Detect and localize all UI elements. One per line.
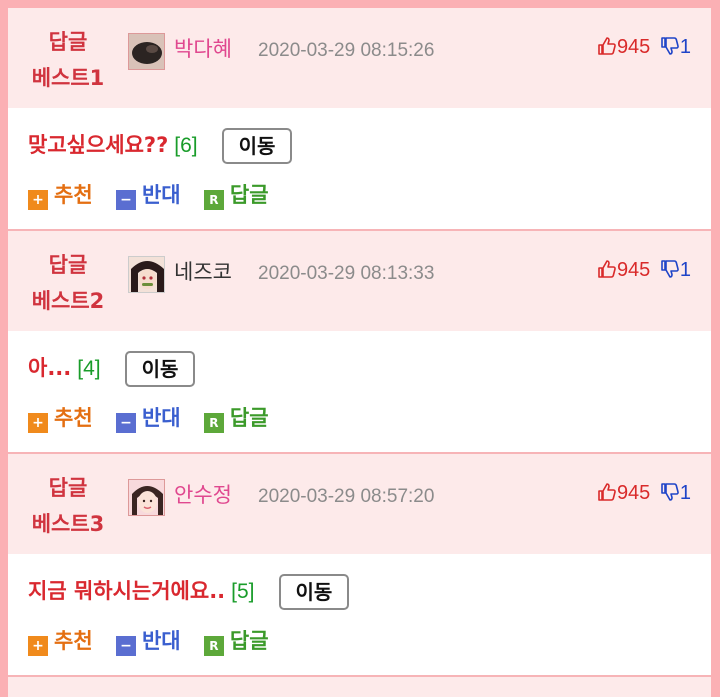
recommend-label: 추천 [54, 183, 93, 207]
reply-header: 답글 베스트1 박다혜 2020-03-29 08:15:26 945 1 [8, 8, 711, 108]
reply-button[interactable]: R 답글 [203, 626, 269, 656]
minus-icon: − [115, 636, 136, 656]
recommend-button[interactable]: + 추천 [28, 180, 93, 210]
dark-animal-avatar-icon[interactable] [128, 33, 165, 70]
vote-counts: 945 1 [597, 255, 691, 285]
best-label-line2: 베스트2 [31, 289, 105, 313]
down-count: 1 [679, 36, 691, 58]
minus-icon: − [115, 190, 136, 210]
down-count: 1 [679, 259, 691, 281]
minus-icon: − [115, 413, 136, 433]
reply-button[interactable]: R 답글 [203, 403, 269, 433]
reply-title[interactable]: 아... [28, 356, 71, 380]
thumbs-up-icon [598, 260, 616, 278]
move-button[interactable]: 이동 [278, 574, 350, 610]
oppose-button[interactable]: − 반대 [115, 626, 181, 656]
best-replies-list: 답글 베스트1 박다혜 2020-03-29 08:15:26 945 1 맞고… [8, 8, 711, 697]
oppose-button[interactable]: − 반대 [115, 180, 181, 210]
best-label-line2: 베스트1 [31, 66, 105, 90]
datetime: 2020-03-29 08:15:26 [258, 40, 435, 61]
reply-item: 답글 베스트3 안수정 2020-03-29 08:57:20 945 1 지금… [8, 454, 711, 677]
vote-counts: 945 1 [597, 478, 691, 508]
reply-body: 맞고싶으세요?? [6] 이동 + 추천 − 반대 R 답글 [8, 108, 711, 228]
datetime: 2020-03-29 08:57:20 [258, 486, 435, 507]
reply-actions: + 추천 − 반대 R 답글 [28, 403, 285, 433]
vote-counts: 945 1 [597, 32, 691, 62]
up-count: 945 [616, 482, 651, 504]
best-label-line1: 답글 [48, 476, 88, 500]
reply-item: 답글 베스트1 박다혜 2020-03-29 08:15:26 945 1 맞고… [8, 8, 711, 231]
reply-title-row: 아... [4] 이동 [28, 351, 196, 387]
comment-count: [4] [77, 357, 101, 380]
reply-r-icon: R [203, 190, 224, 210]
nickname[interactable]: 안수정 [174, 480, 232, 510]
recommend-label: 추천 [54, 406, 93, 430]
thumbs-down-icon [661, 483, 679, 501]
reply-item: 답글 베스트2 네즈코 2020-03-29 08:13:33 945 1 아.… [8, 231, 711, 454]
recommend-label: 추천 [54, 629, 93, 653]
move-button[interactable]: 이동 [124, 351, 196, 387]
reply-title[interactable]: 지금 뭐하시는거에요.. [28, 579, 225, 603]
oppose-label: 반대 [141, 406, 181, 430]
anime-girl-avatar-icon[interactable] [128, 256, 165, 293]
reply-body: 지금 뭐하시는거에요.. [5] 이동 + 추천 − 반대 R 답글 [8, 554, 711, 674]
move-button[interactable]: 이동 [221, 128, 293, 164]
datetime: 2020-03-29 08:13:33 [258, 263, 435, 284]
nickname[interactable]: 박다혜 [174, 34, 232, 64]
best-label-line1: 답글 [48, 30, 88, 54]
girl-photo-avatar-icon[interactable] [128, 479, 165, 516]
reply-header: 답글 베스트3 안수정 2020-03-29 08:57:20 945 1 [8, 454, 711, 554]
thumbs-up-icon [598, 483, 616, 501]
reply-label: 답글 [229, 406, 269, 430]
oppose-label: 반대 [141, 183, 181, 207]
thumbs-up-icon [598, 37, 616, 55]
recommend-button[interactable]: + 추천 [28, 626, 93, 656]
comment-count: [6] [174, 134, 198, 157]
thumbs-down-icon [661, 260, 679, 278]
reply-r-icon: R [203, 413, 224, 433]
reply-r-icon: R [203, 636, 224, 656]
reply-title-row: 맞고싶으세요?? [6] 이동 [28, 128, 293, 164]
best-label-line1: 답글 [48, 253, 88, 277]
up-count: 945 [616, 36, 651, 58]
up-count: 945 [616, 259, 651, 281]
thumbs-down-icon [661, 37, 679, 55]
reply-label: 답글 [229, 629, 269, 653]
reply-button[interactable]: R 답글 [203, 180, 269, 210]
reply-actions: + 추천 − 반대 R 답글 [28, 180, 285, 210]
reply-actions: + 추천 − 반대 R 답글 [28, 626, 285, 656]
reply-body: 아... [4] 이동 + 추천 − 반대 R 답글 [8, 331, 711, 451]
plus-icon: + [28, 190, 48, 210]
next-reply-header-partial [8, 677, 711, 697]
recommend-button[interactable]: + 추천 [28, 403, 93, 433]
reply-header: 답글 베스트2 네즈코 2020-03-29 08:13:33 945 1 [8, 231, 711, 331]
nickname[interactable]: 네즈코 [174, 257, 232, 287]
plus-icon: + [28, 636, 48, 656]
oppose-button[interactable]: − 반대 [115, 403, 181, 433]
comment-count: [5] [231, 580, 255, 603]
reply-label: 답글 [229, 183, 269, 207]
reply-title[interactable]: 맞고싶으세요?? [28, 133, 168, 157]
down-count: 1 [679, 482, 691, 504]
best-label-line2: 베스트3 [31, 512, 105, 536]
plus-icon: + [28, 413, 48, 433]
oppose-label: 반대 [141, 629, 181, 653]
reply-title-row: 지금 뭐하시는거에요.. [5] 이동 [28, 574, 350, 610]
